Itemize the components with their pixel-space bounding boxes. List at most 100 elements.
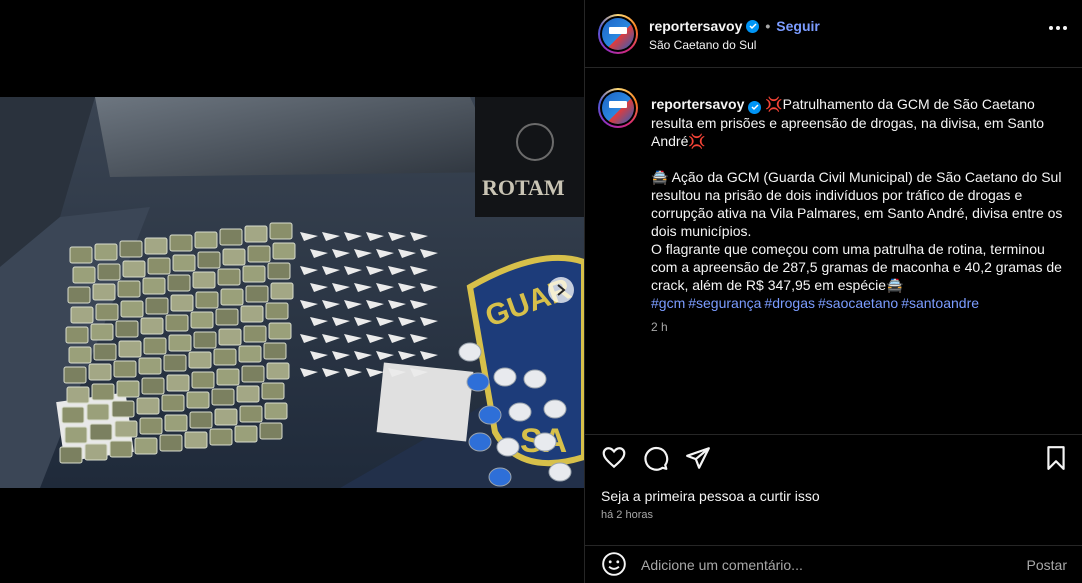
drug-bag [266, 362, 290, 380]
hashtag-link[interactable]: #santoandre [901, 295, 979, 311]
bookmark-save-icon[interactable] [1043, 445, 1069, 471]
drug-bag [209, 428, 233, 446]
drug-bag [244, 225, 268, 243]
drug-bag [193, 331, 217, 349]
caption-paragraph-1-text: Ação da GCM (Guarda Civil Municipal) de … [651, 168, 1063, 239]
drug-bag [92, 283, 116, 301]
drug-bag [122, 260, 146, 278]
drug-bag [191, 371, 215, 389]
drug-bag [119, 240, 143, 258]
post-time[interactable]: há 2 horas [601, 509, 653, 521]
drug-bag [68, 346, 92, 364]
anger-emoji-icon: 💢 [688, 132, 706, 149]
next-image-button[interactable] [548, 277, 574, 303]
police-car-emoji-icon: 🚔 [886, 276, 904, 293]
drug-bag [172, 254, 196, 272]
drug-bag [169, 234, 193, 252]
drug-bag [219, 228, 243, 246]
caption-paragraph-2: O flagrante que começou com uma patrulha… [651, 240, 1071, 294]
verified-badge-icon [748, 100, 762, 114]
drug-bag [91, 383, 115, 401]
rotam-vest: ROTAM [475, 97, 584, 217]
hashtag-list: #gcm #segurança #drogas #saocaetano #santoan… [651, 294, 1071, 312]
caption-username[interactable]: reportersavoy [651, 96, 744, 112]
drug-bag [84, 443, 108, 461]
drug-bag [190, 311, 214, 329]
vial-cap [493, 367, 517, 387]
caption-avatar[interactable] [598, 88, 638, 128]
drug-bag [59, 446, 83, 464]
drug-bag [272, 242, 296, 260]
post-comment-button[interactable]: Postar [1027, 557, 1067, 573]
drug-bag [164, 414, 188, 432]
author-avatar[interactable] [598, 14, 638, 54]
vial-cap [458, 342, 482, 362]
drug-bag [95, 303, 119, 321]
caption-timestamp: 2 h [651, 319, 668, 334]
drug-bag [90, 323, 114, 341]
drug-bag [161, 394, 185, 412]
vial-cap [543, 399, 567, 419]
drug-bag [197, 251, 221, 269]
anger-emoji-icon: 💢 [765, 96, 783, 112]
drug-bag [136, 397, 160, 415]
drug-bag [143, 337, 167, 355]
drug-bag [215, 308, 239, 326]
drug-bag [70, 306, 94, 324]
drug-bag [195, 291, 219, 309]
vial-cap [478, 405, 502, 425]
drug-bag [118, 340, 142, 358]
hashtag-link[interactable]: #saocaetano [818, 295, 898, 311]
drug-bag [236, 385, 260, 403]
drug-bag [263, 342, 287, 360]
vest-text: ROTAM [482, 175, 565, 200]
post-media: GUAR SA ROTAM [0, 0, 584, 583]
drug-bag [72, 266, 96, 284]
drug-bag [66, 386, 90, 404]
post-location[interactable]: São Caetano do Sul [649, 38, 756, 52]
share-send-icon[interactable] [685, 445, 711, 471]
drug-bag [247, 245, 271, 263]
drug-bag [189, 411, 213, 429]
drug-bag [140, 317, 164, 335]
verified-badge-icon [746, 19, 760, 33]
seized-drugs-photo: GUAR SA ROTAM [0, 97, 584, 488]
emoji-picker-icon[interactable] [601, 551, 627, 577]
drug-bag [141, 377, 165, 395]
drug-bag [120, 300, 144, 318]
author-username[interactable]: reportersavoy [649, 18, 742, 34]
hashtag-link[interactable]: #gcm [651, 295, 685, 311]
drug-bag [261, 382, 285, 400]
drug-bag [67, 286, 91, 304]
drug-bag [220, 288, 244, 306]
comment-input[interactable] [641, 552, 1011, 578]
drug-bag [264, 402, 288, 420]
like-heart-icon[interactable] [601, 445, 627, 471]
drug-bag [192, 271, 216, 289]
drug-bag [184, 431, 208, 449]
comment-bar: Postar [585, 545, 1082, 583]
vial-cap [468, 432, 492, 452]
hashtag-link[interactable]: #segurança [688, 295, 761, 311]
more-options-icon[interactable] [1049, 26, 1067, 30]
follow-button[interactable]: Seguir [776, 18, 820, 34]
post-photo[interactable]: GUAR SA ROTAM [0, 97, 584, 488]
drug-bag [242, 265, 266, 283]
hashtag-link[interactable]: #drogas [764, 295, 815, 311]
post-actions: Seja a primeira pessoa a curtir isso há … [585, 434, 1082, 583]
drug-bag [259, 422, 283, 440]
drug-bag [216, 368, 240, 386]
drug-bag [194, 231, 218, 249]
likes-text[interactable]: Seja a primeira pessoa a curtir isso [601, 488, 820, 504]
drug-bag [86, 403, 110, 421]
caption-text: reportersavoy 💢Patrulhamento da GCM de S… [651, 95, 1071, 336]
drug-bag [69, 246, 93, 264]
drug-bag [144, 237, 168, 255]
drug-bag [142, 277, 166, 295]
drug-bag [214, 408, 238, 426]
comment-icon[interactable] [643, 445, 669, 471]
drug-bag [115, 320, 139, 338]
drug-bag [265, 302, 289, 320]
drug-bag [163, 354, 187, 372]
drug-bag [111, 400, 135, 418]
